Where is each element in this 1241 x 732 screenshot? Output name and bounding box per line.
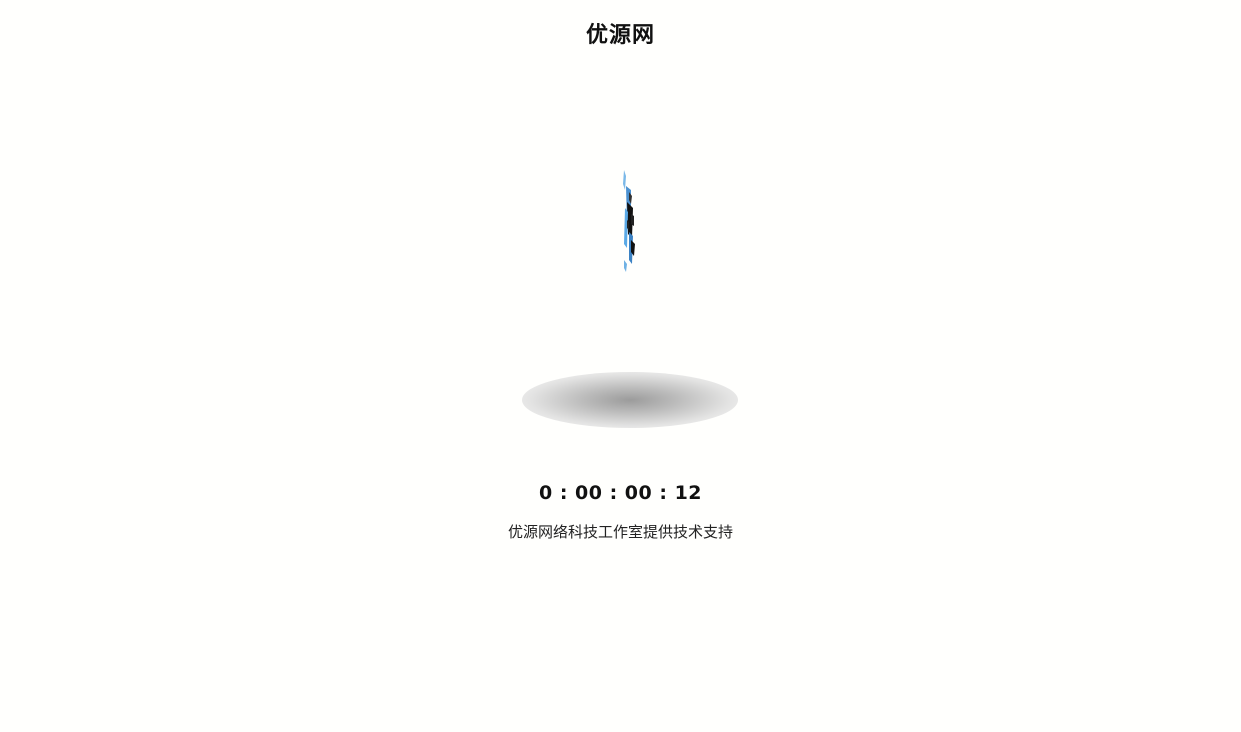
spinner-shadow	[522, 372, 738, 428]
countdown-page: 优源网 0 : 00 : 00 : 12 优源网络科技工作室提供技术支持	[0, 0, 1241, 732]
spinning-logo-icon	[623, 170, 635, 272]
page-title: 优源网	[585, 23, 655, 48]
tech-support-text: 优源网络科技工作室提供技术支持	[507, 523, 733, 541]
countdown-timer: 0 : 00 : 00 : 12	[538, 482, 703, 504]
